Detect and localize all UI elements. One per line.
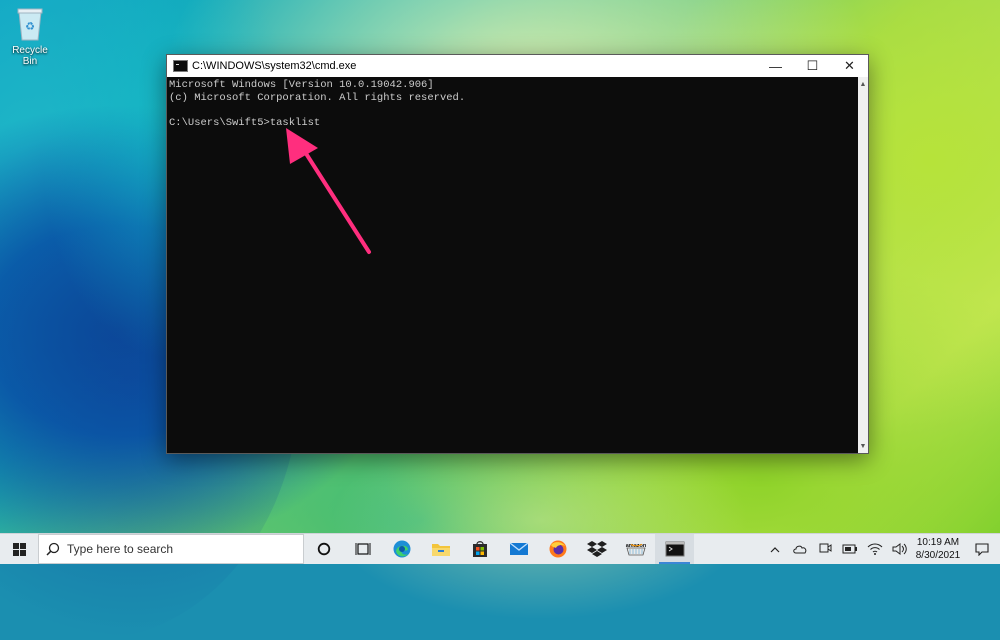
window-title: C:\WINDOWS\system32\cmd.exe	[192, 60, 357, 72]
battery-tray-button[interactable]	[837, 534, 862, 564]
meet-now-tray-button[interactable]	[812, 534, 837, 564]
cortana-button[interactable]	[304, 534, 343, 564]
minimize-button[interactable]: —	[757, 55, 794, 77]
file-explorer-button[interactable]	[421, 534, 460, 564]
search-placeholder: Type here to search	[67, 542, 174, 556]
file-explorer-icon	[431, 544, 450, 556]
notification-icon	[975, 542, 989, 556]
store-icon	[472, 541, 487, 557]
firefox-button[interactable]	[538, 534, 577, 564]
maximize-button[interactable]: ☐	[794, 55, 831, 77]
cmd-taskbar-button[interactable]	[655, 534, 694, 564]
console-command-line: C:\Users\Swift5>tasklist	[169, 116, 321, 129]
meet-now-icon	[819, 543, 831, 553]
recycle-bin-shortcut[interactable]: ♻ Recycle Bin	[4, 4, 56, 67]
taskbar: Type here to search amazon 10:19 AM 8/30…	[0, 533, 1000, 564]
taskbar-search-box[interactable]: Type here to search	[38, 534, 304, 564]
console-output[interactable]: Microsoft Windows [Version 10.0.19042.90…	[167, 77, 858, 453]
search-icon	[39, 542, 67, 556]
dropbox-icon	[586, 541, 607, 557]
vertical-scrollbar[interactable]: ▲ ▼	[858, 77, 868, 453]
cloud-icon	[792, 545, 806, 554]
edge-icon	[393, 540, 410, 558]
start-button[interactable]	[0, 534, 38, 564]
amazon-button[interactable]: amazon	[616, 534, 655, 564]
cmd-window-icon	[173, 60, 188, 72]
taskbar-clock[interactable]: 10:19 AM 8/30/2021	[912, 536, 964, 562]
store-button[interactable]	[460, 534, 499, 564]
task-view-icon	[355, 543, 370, 555]
system-tray: 10:19 AM 8/30/2021	[762, 534, 1000, 564]
cortana-icon	[317, 542, 330, 556]
wifi-icon	[867, 543, 882, 555]
close-button[interactable]: ✕	[831, 55, 868, 77]
show-hidden-icons-button[interactable]	[762, 534, 787, 564]
console-line: (c) Microsoft Corporation. All rights re…	[169, 91, 466, 104]
volume-tray-button[interactable]	[887, 534, 912, 564]
edge-button[interactable]	[382, 534, 421, 564]
mail-button[interactable]	[499, 534, 538, 564]
onedrive-tray-button[interactable]	[787, 534, 812, 564]
network-tray-button[interactable]	[862, 534, 887, 564]
clock-time: 10:19 AM	[916, 537, 960, 548]
windows-logo-icon	[12, 542, 26, 556]
firefox-icon	[549, 540, 566, 558]
battery-icon	[842, 544, 857, 554]
action-center-button[interactable]	[964, 534, 1000, 564]
scroll-down-icon[interactable]: ▼	[858, 441, 868, 453]
amazon-icon: amazon	[625, 543, 646, 556]
clock-date: 8/30/2021	[915, 550, 961, 561]
cmd-icon	[665, 541, 684, 557]
console-line: Microsoft Windows [Version 10.0.19042.90…	[169, 79, 434, 91]
dropbox-button[interactable]	[577, 534, 616, 564]
cmd-window[interactable]: C:\WINDOWS\system32\cmd.exe — ☐ ✕ Micros…	[166, 54, 869, 454]
svg-text:♻: ♻	[25, 21, 35, 33]
scroll-up-icon[interactable]: ▲	[858, 79, 868, 91]
recycle-bin-label: Recycle Bin	[12, 45, 48, 67]
chevron-up-icon	[770, 546, 779, 552]
task-view-button[interactable]	[343, 534, 382, 564]
volume-icon	[892, 543, 907, 555]
mail-icon	[509, 542, 528, 555]
recycle-bin-icon: ♻	[15, 6, 45, 42]
title-bar[interactable]: C:\WINDOWS\system32\cmd.exe — ☐ ✕	[167, 55, 868, 77]
